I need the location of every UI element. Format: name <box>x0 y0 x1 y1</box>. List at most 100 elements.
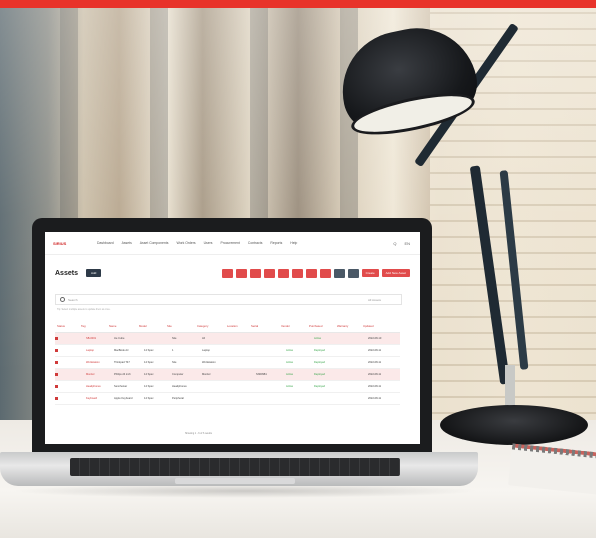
table-row[interactable]: Keyboard Apple Keyboard 14 Spec Peripheral 2… <box>55 393 400 405</box>
app-logo[interactable]: SIRIUS <box>53 241 71 246</box>
table-cell: Active <box>286 385 294 388</box>
row-checkbox[interactable] <box>55 337 58 340</box>
table-row[interactable]: Laptop MacBook Air 14 Spec 1 Laptop Active Dep… <box>55 345 400 357</box>
table-cell: Headphones <box>86 385 101 388</box>
table-cell: Site <box>172 337 177 340</box>
table-cell: Deployed <box>314 373 325 376</box>
table-row[interactable]: SB-0001 Ice Cube Site All Active 2022-08-10 <box>55 333 400 345</box>
toolbar-icon[interactable] <box>221 268 233 278</box>
nav-item[interactable]: Users <box>204 241 213 245</box>
table-cell: Laptop <box>202 349 210 352</box>
table-body: SB-0001 Ice Cube Site All Active 2022-08-10 La… <box>55 333 400 405</box>
column-header[interactable]: Updated <box>361 324 393 328</box>
search-icon <box>60 297 65 302</box>
create-button[interactable]: Create <box>361 269 379 277</box>
table-row[interactable]: Monitor Philips 24 inch 14 Spec Computer Mon… <box>55 369 400 381</box>
table-cell: 2022-08-10 <box>368 337 382 340</box>
table-cell: Workstation <box>202 361 216 364</box>
column-header[interactable]: Purchased <box>307 324 335 328</box>
table-cell: 1 <box>172 349 174 352</box>
table-cell: All <box>202 337 205 340</box>
laptop-keyboard <box>70 458 400 476</box>
nav-item[interactable]: Asset Components <box>140 241 169 245</box>
toolbar-icon[interactable] <box>235 268 247 278</box>
search-placeholder: Search <box>68 297 78 302</box>
table-cell: Computer <box>172 373 184 376</box>
table-cell: 14 Spec <box>144 397 154 400</box>
nav-item[interactable]: Procurement <box>220 241 239 245</box>
nav-item[interactable]: Work Orders <box>176 241 195 245</box>
app-navbar: SIRIUS Dashboard Assets Asset Components… <box>45 232 420 255</box>
add-button[interactable]: Add <box>85 269 102 277</box>
page-title: Assets <box>55 269 78 277</box>
table-cell: Ice Cube <box>114 337 125 340</box>
table-cell: Deployed <box>314 385 325 388</box>
column-header[interactable]: Serial <box>249 324 279 328</box>
toolbar-icon[interactable] <box>291 268 303 278</box>
nav-item[interactable]: Assets <box>122 241 132 245</box>
toolbar-icon[interactable] <box>263 268 275 278</box>
column-header[interactable]: Model <box>137 324 165 328</box>
filter-dropdown[interactable]: All Assets <box>368 298 381 302</box>
table-cell: Monitor <box>86 373 95 376</box>
language-selector[interactable]: EN <box>404 241 410 246</box>
table-cell: Sennheiser <box>114 385 128 388</box>
column-header[interactable]: Vendor <box>279 324 307 328</box>
toolbar-icon[interactable] <box>319 268 331 278</box>
row-checkbox[interactable] <box>55 397 58 400</box>
row-checkbox[interactable] <box>55 349 58 352</box>
table-cell: Site <box>172 361 177 364</box>
nav-menu: Dashboard Assets Asset Components Work O… <box>97 241 297 245</box>
column-header[interactable]: Location <box>225 324 249 328</box>
search-nav-icon[interactable]: Q <box>393 241 396 246</box>
column-header[interactable]: Warranty <box>335 324 361 328</box>
row-checkbox[interactable] <box>55 385 58 388</box>
nav-right: Q EN <box>393 241 410 246</box>
row-checkbox[interactable] <box>55 373 58 376</box>
search-input[interactable]: Search All Assets <box>55 294 402 305</box>
table-cell: 14 Spec <box>144 385 154 388</box>
table-cell: Monitor <box>202 373 211 376</box>
add-new-asset-button[interactable]: Add New Asset <box>381 269 410 277</box>
table-cell: 14 Spec <box>144 361 154 364</box>
column-header[interactable]: Category <box>195 324 225 328</box>
column-header[interactable]: Tag <box>79 324 107 328</box>
row-checkbox[interactable] <box>55 361 58 364</box>
table-cell: Thinkpad T47 <box>114 361 130 364</box>
nav-item[interactable]: Dashboard <box>97 241 114 245</box>
assets-table: Status Tag Name Model Site Category Loca… <box>55 320 400 405</box>
table-cell: Peripheral <box>172 397 184 400</box>
table-cell: 2022-08-11 <box>368 361 382 364</box>
hint-text: Tip: Select multiple assets to update th… <box>57 308 111 311</box>
table-cell: Philips 24 inch <box>114 373 131 376</box>
table-cell: 14 Spec <box>144 373 154 376</box>
table-cell: Apple Keyboard <box>114 397 133 400</box>
table-cell: Active <box>286 349 294 352</box>
nav-item[interactable]: Reports <box>270 241 282 245</box>
table-row[interactable]: Headphones Sennheiser 14 Spec Headphones Act… <box>55 381 400 393</box>
toolbar-icon[interactable] <box>347 268 359 278</box>
laptop-shadow <box>10 484 480 498</box>
lamp-base <box>440 405 588 445</box>
column-header[interactable]: Site <box>165 324 195 328</box>
toolbar-icon[interactable] <box>333 268 345 278</box>
table-row[interactable]: Workstation Thinkpad T47 14 Spec Site Workst… <box>55 357 400 369</box>
toolbar-icon[interactable] <box>277 268 289 278</box>
table-cell: MacBook Air <box>114 349 129 352</box>
table-cell: 2022-08-11 <box>368 397 382 400</box>
table-cell: SN00981 <box>256 373 267 376</box>
table-cell: Laptop <box>86 349 94 352</box>
laptop-trackpad <box>175 478 295 484</box>
table-cell: 2022-08-11 <box>368 385 382 388</box>
table-cell: Headphones <box>172 385 187 388</box>
table-cell: 2022-08-11 <box>368 373 382 376</box>
column-header[interactable]: Name <box>107 324 137 328</box>
table-cell: Active <box>286 361 294 364</box>
table-header: Status Tag Name Model Site Category Loca… <box>55 320 400 333</box>
column-header[interactable]: Status <box>55 324 79 328</box>
toolbar-icon[interactable] <box>249 268 261 278</box>
nav-item[interactable]: Contracts <box>248 241 263 245</box>
toolbar: Create Add New Asset <box>221 268 410 278</box>
toolbar-icon[interactable] <box>305 268 317 278</box>
nav-item[interactable]: Help <box>290 241 297 245</box>
